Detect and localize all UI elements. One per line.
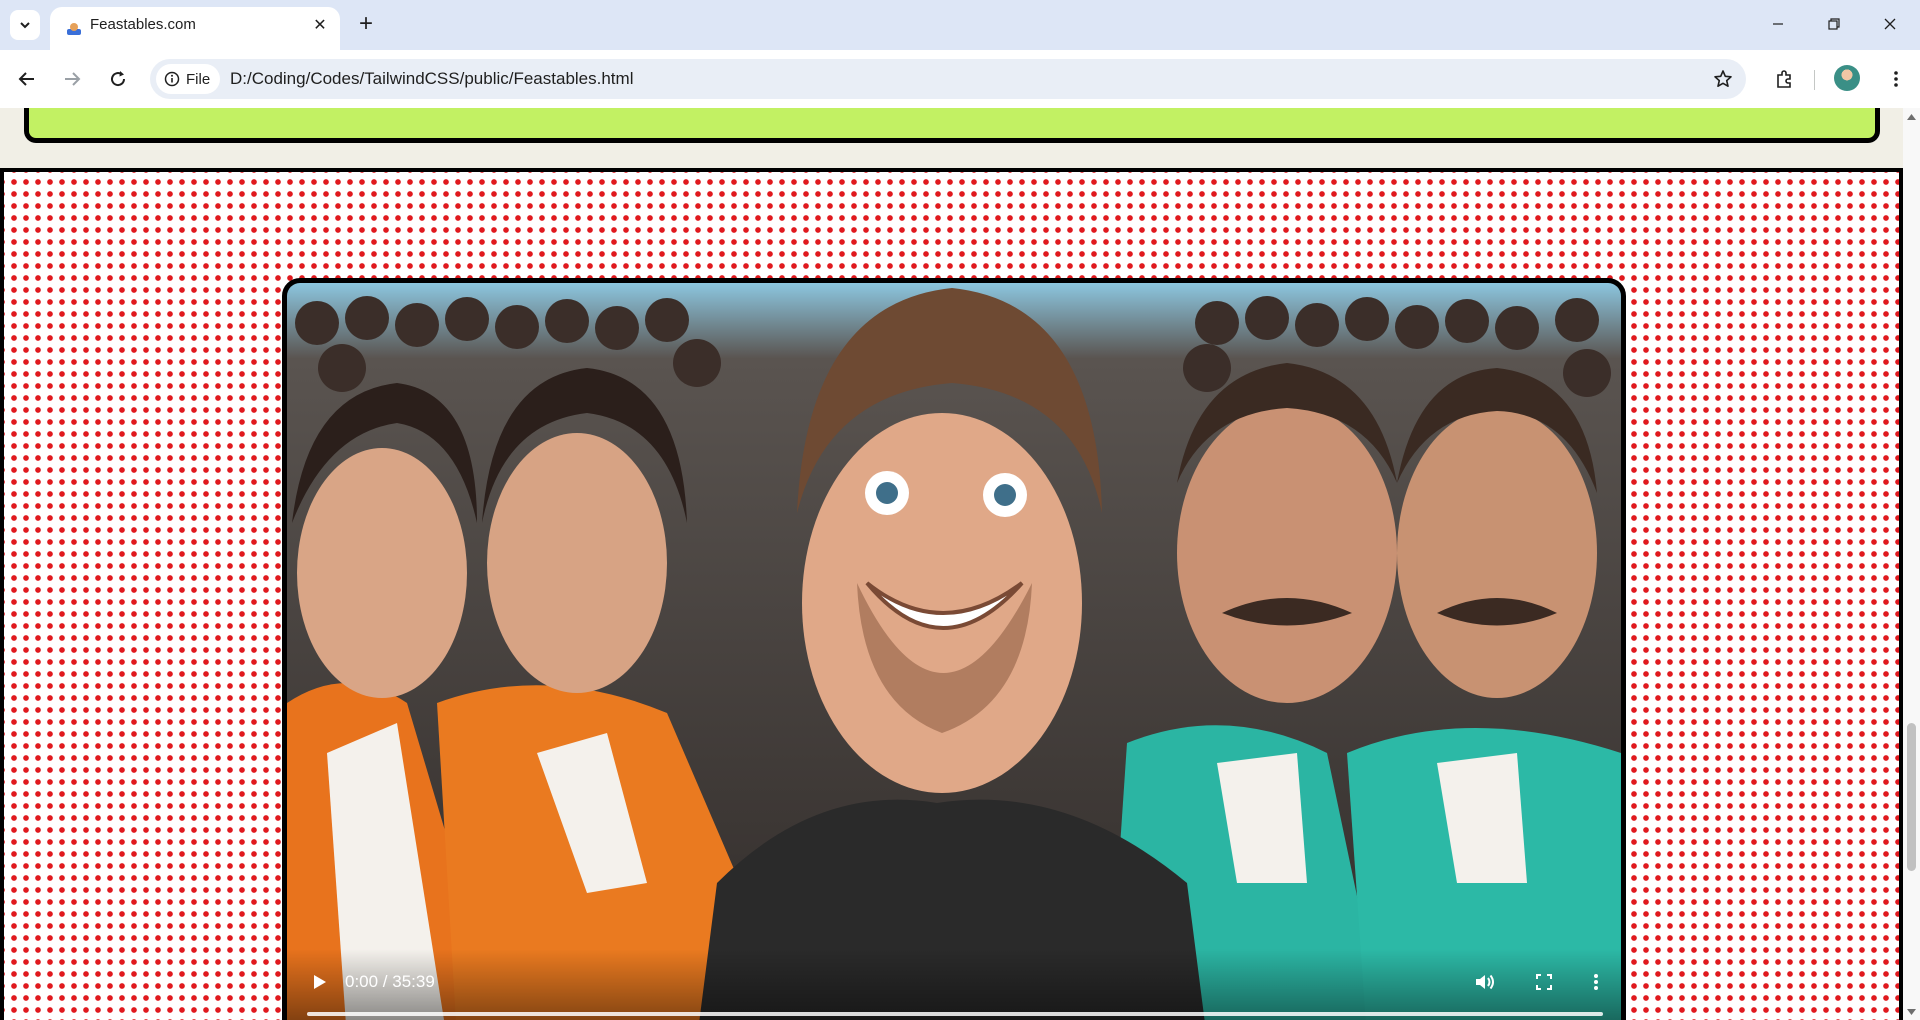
close-icon[interactable]: ✕: [310, 15, 330, 35]
page-viewport: 0:00 / 35:39: [0, 108, 1903, 1020]
site-info-chip[interactable]: File: [156, 64, 220, 94]
tab-strip: Feastables.com ✕ +: [0, 0, 1920, 50]
info-icon: [164, 71, 180, 87]
forward-arrow-icon[interactable]: [56, 63, 88, 95]
controls-overlay: [287, 949, 1621, 1020]
page-scrollbar[interactable]: [1903, 108, 1920, 1020]
tab-search-button[interactable]: [10, 10, 40, 40]
scrollbar-thumb[interactable]: [1907, 723, 1916, 871]
video-more-icon[interactable]: [1583, 969, 1609, 995]
fullscreen-icon[interactable]: [1531, 969, 1557, 995]
video-time: 0:00 / 35:39: [345, 972, 435, 991]
more-menu-icon[interactable]: [1880, 63, 1912, 95]
browser-toolbar: File D:/Coding/Codes/TailwindCSS/public/…: [0, 50, 1920, 108]
extensions-icon[interactable]: [1768, 63, 1800, 95]
restore-icon[interactable]: [1806, 0, 1862, 48]
back-arrow-icon[interactable]: [11, 63, 43, 95]
new-tab-button[interactable]: +: [352, 10, 380, 38]
video-section: 0:00 / 35:39: [0, 168, 1903, 1020]
address-bar[interactable]: File D:/Coding/Codes/TailwindCSS/public/…: [150, 59, 1746, 99]
reload-icon[interactable]: [102, 63, 134, 95]
play-icon[interactable]: [309, 969, 331, 995]
video-progress-bar[interactable]: [307, 1012, 1603, 1016]
scroll-up-arrow-icon[interactable]: [1907, 112, 1916, 121]
minimize-icon[interactable]: [1750, 0, 1806, 48]
favicon-icon: [67, 23, 81, 35]
volume-icon[interactable]: [1472, 969, 1498, 995]
chevron-down-icon: [20, 22, 30, 29]
scheme-label: File: [186, 70, 211, 88]
toolbar-divider: [1814, 70, 1815, 90]
tab-feastables[interactable]: Feastables.com ✕: [50, 7, 340, 50]
video-thumbnail: [287, 283, 1621, 1020]
scroll-down-arrow-icon[interactable]: [1907, 1007, 1916, 1016]
green-banner: [24, 108, 1880, 143]
tab-title: Feastables.com: [90, 16, 196, 33]
video-player[interactable]: 0:00 / 35:39: [282, 278, 1626, 1020]
url-text[interactable]: D:/Coding/Codes/TailwindCSS/public/Feast…: [230, 59, 633, 99]
profile-avatar[interactable]: [1834, 65, 1860, 91]
window-close-icon[interactable]: [1862, 0, 1918, 48]
star-icon[interactable]: [1712, 68, 1734, 90]
